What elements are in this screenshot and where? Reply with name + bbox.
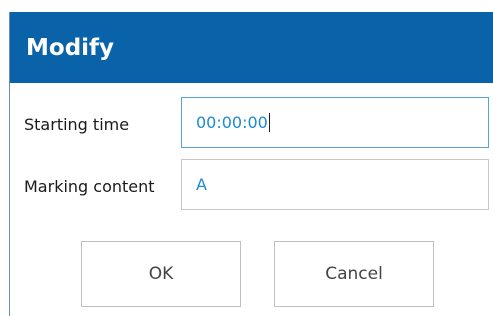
starting-time-input[interactable]: 00:00:00 — [181, 97, 489, 148]
modify-dialog: Modify Starting time 00:00:00 Marking co… — [9, 12, 493, 316]
marking-content-value: A — [196, 175, 207, 194]
cancel-button[interactable]: Cancel — [274, 241, 434, 307]
starting-time-label: Starting time — [24, 115, 130, 134]
dialog-titlebar[interactable]: Modify — [10, 12, 493, 83]
starting-time-value: 00:00:00 — [196, 113, 268, 132]
text-caret — [268, 113, 270, 132]
marking-content-input[interactable]: A — [181, 159, 489, 210]
dialog-title: Modify — [26, 35, 115, 61]
marking-content-label: Marking content — [24, 177, 155, 196]
ok-button[interactable]: OK — [81, 241, 241, 307]
